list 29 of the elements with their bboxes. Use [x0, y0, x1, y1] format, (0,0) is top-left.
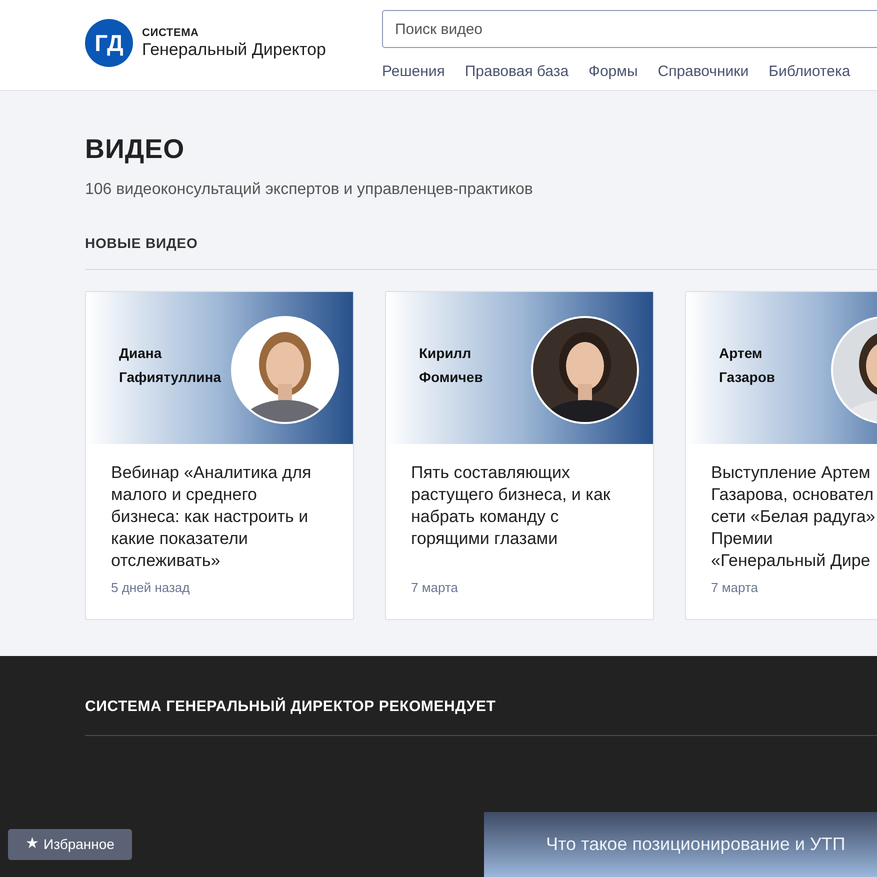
video-title: Вебинар «Аналитика для малого и среднего бизнеса: как настроить и какие показатели отслеживать» — [111, 462, 312, 570]
video-date: 7 марта — [411, 579, 459, 597]
logo-name: Генеральный Директор — [142, 40, 326, 60]
page-title: ВИДЕО — [85, 133, 186, 165]
video-title: Пять составляющих растущего бизнеса, и как набрать команду с горящими глазами — [411, 462, 612, 550]
video-card[interactable]: Артем Газаров Выступление Артем Газарова, основател сети «Белая радуга» Премии «Генеральный Дире 7 марта — [685, 291, 877, 620]
nav-link[interactable]: Библиотека — [768, 61, 850, 84]
video-card[interactable]: Диана Гафиятуллина Вебинар «Аналитика для малого и среднего бизнеса: как настроить и какие показатели отслеживать» 5 дней назад — [85, 291, 354, 620]
video-banner[interactable]: Что такое позиционирование и УТП — [484, 812, 877, 877]
star-icon: ★ — [26, 833, 39, 856]
page-subtitle: 106 видеоконсультаций экспертов и управленцев-практиков — [85, 180, 534, 200]
logo-badge[interactable]: ГД — [85, 19, 133, 67]
banner-title: Что такое позиционирование и УТП — [546, 833, 846, 856]
speaker-name: Диана Гафиятуллина — [119, 344, 222, 387]
video-date: 5 дней назад — [111, 579, 191, 597]
video-card[interactable]: Кирилл Фомичев Пять составляющих растущего бизнеса, и как набрать команду с горящими глазами 7 марта — [385, 291, 654, 620]
section-heading: СИСТЕМА ГЕНЕРАЛЬНЫЙ ДИРЕКТОР РЕКОМЕНДУЕТ — [85, 696, 497, 717]
search-field[interactable]: Поиск видео — [382, 10, 877, 48]
nav-link[interactable]: Решения — [382, 61, 445, 84]
nav-link[interactable]: Правовая база — [464, 61, 569, 84]
favorites-button[interactable]: ★ Избранное — [8, 829, 132, 860]
nav-link[interactable]: Справочники — [658, 61, 749, 84]
logo-overline: СИСТЕМА — [142, 26, 200, 40]
nav-link[interactable]: Формы — [588, 61, 638, 84]
speaker-name: Артем Газаров — [719, 344, 776, 387]
section-heading: НОВЫЕ ВИДЕО — [85, 234, 199, 253]
video-title: Выступление Артем Газарова, основател сети «Белая радуга» Премии «Генеральный Дире — [711, 462, 876, 570]
video-date: 7 марта — [711, 579, 759, 597]
speaker-name: Кирилл Фомичев — [419, 344, 484, 387]
